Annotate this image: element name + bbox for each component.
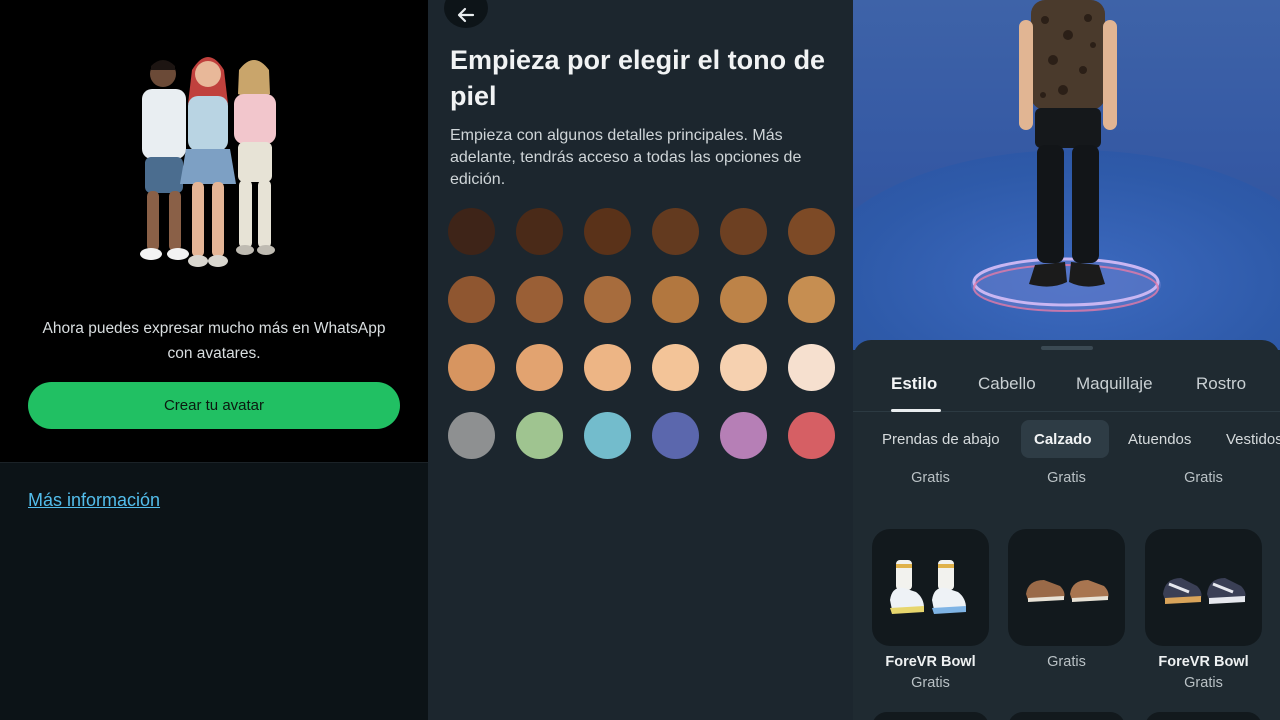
next-card-peek bbox=[1008, 712, 1125, 720]
socks-sneakers-icon bbox=[889, 559, 966, 614]
skin-tone-swatch[interactable] bbox=[448, 412, 495, 459]
avatar-intro-text: Ahora puedes expresar mucho más en Whats… bbox=[42, 320, 386, 362]
card-name: ForeVR Bowl bbox=[885, 654, 976, 670]
skin-tone-swatch[interactable] bbox=[516, 412, 563, 459]
category-tabs: Estilo Cabello Maquillaje Rostro bbox=[853, 370, 1280, 412]
card-price: Gratis bbox=[911, 675, 950, 691]
skin-tone-swatch[interactable] bbox=[788, 344, 835, 391]
avatars-illustration bbox=[140, 57, 276, 267]
create-avatar-button[interactable]: Crear tu avatar bbox=[28, 382, 400, 429]
tab-estilo[interactable]: Estilo bbox=[891, 374, 937, 394]
next-card-peek bbox=[1145, 712, 1262, 720]
welcome-hero: Ahora puedes expresar mucho más en Whats… bbox=[0, 0, 428, 462]
active-tab-indicator bbox=[891, 409, 941, 412]
skin-tone-swatch[interactable] bbox=[584, 276, 631, 323]
welcome-panel: Ahora puedes expresar mucho más en Whats… bbox=[0, 0, 428, 720]
skin-tone-swatch[interactable] bbox=[788, 208, 835, 255]
skin-tone-swatch[interactable] bbox=[584, 344, 631, 391]
skin-tone-swatch[interactable] bbox=[652, 276, 699, 323]
skin-tone-swatch[interactable] bbox=[652, 344, 699, 391]
skin-tone-swatch[interactable] bbox=[584, 208, 631, 255]
skin-tone-swatch[interactable] bbox=[788, 276, 835, 323]
skin-tone-swatch[interactable] bbox=[720, 208, 767, 255]
shoe-card-sneakers[interactable] bbox=[1145, 529, 1262, 646]
tab-rostro[interactable]: Rostro bbox=[1196, 374, 1246, 394]
next-card-peek bbox=[872, 712, 989, 720]
card-price: Gratis bbox=[1184, 675, 1223, 691]
subtab-calzado[interactable]: Calzado bbox=[1034, 431, 1092, 448]
welcome-footer: Más información bbox=[0, 462, 428, 720]
item-price: Gratis bbox=[911, 470, 950, 486]
skin-tone-swatch[interactable] bbox=[448, 344, 495, 391]
subtab-atuendos[interactable]: Atuendos bbox=[1128, 431, 1191, 448]
card-name: ForeVR Bowl bbox=[1158, 654, 1249, 670]
subtab-prendas-de-abajo[interactable]: Prendas de abajo bbox=[882, 431, 1000, 448]
skin-tone-swatch[interactable] bbox=[448, 208, 495, 255]
card-price: Gratis bbox=[1047, 654, 1086, 670]
item-price: Gratis bbox=[1047, 470, 1086, 486]
shoe-card-socks-sneakers[interactable] bbox=[872, 529, 989, 646]
tab-maquillaje[interactable]: Maquillaje bbox=[1076, 374, 1153, 394]
skin-tone-swatch[interactable] bbox=[516, 344, 563, 391]
back-button[interactable] bbox=[444, 0, 488, 28]
skin-tone-subtitle: Empieza con algunos detalles principales… bbox=[450, 127, 802, 188]
avatar-preview bbox=[853, 0, 1280, 350]
skin-tone-swatch[interactable] bbox=[652, 208, 699, 255]
more-info-link[interactable]: Más información bbox=[28, 490, 160, 511]
avatar-editor-panel: Estilo Cabello Maquillaje Rostro Prendas… bbox=[853, 0, 1280, 720]
skin-tone-swatch[interactable] bbox=[516, 208, 563, 255]
skin-tone-swatch[interactable] bbox=[788, 412, 835, 459]
tab-cabello[interactable]: Cabello bbox=[978, 374, 1036, 394]
skin-tone-swatch[interactable] bbox=[720, 412, 767, 459]
subtab-vestidos[interactable]: Vestidos bbox=[1226, 431, 1280, 448]
skin-tone-swatch[interactable] bbox=[652, 412, 699, 459]
sneakers-icon bbox=[1162, 577, 1245, 604]
item-price: Gratis bbox=[1184, 470, 1223, 486]
arrow-left-icon bbox=[457, 7, 475, 23]
drag-handle[interactable] bbox=[1041, 346, 1093, 350]
loafers-icon bbox=[1025, 579, 1108, 602]
skin-tone-swatch[interactable] bbox=[516, 276, 563, 323]
skin-tone-grid bbox=[448, 208, 840, 459]
skin-tone-panel: Empieza por elegir el tono de piel Empie… bbox=[428, 0, 853, 720]
skin-tone-swatch[interactable] bbox=[584, 412, 631, 459]
shoe-card-loafers[interactable] bbox=[1008, 529, 1125, 646]
skin-tone-swatch[interactable] bbox=[720, 276, 767, 323]
avatar-figure bbox=[1019, 0, 1117, 287]
skin-tone-swatch[interactable] bbox=[720, 344, 767, 391]
skin-tone-swatch[interactable] bbox=[448, 276, 495, 323]
skin-tone-title: Empieza por elegir el tono de piel bbox=[450, 45, 826, 111]
